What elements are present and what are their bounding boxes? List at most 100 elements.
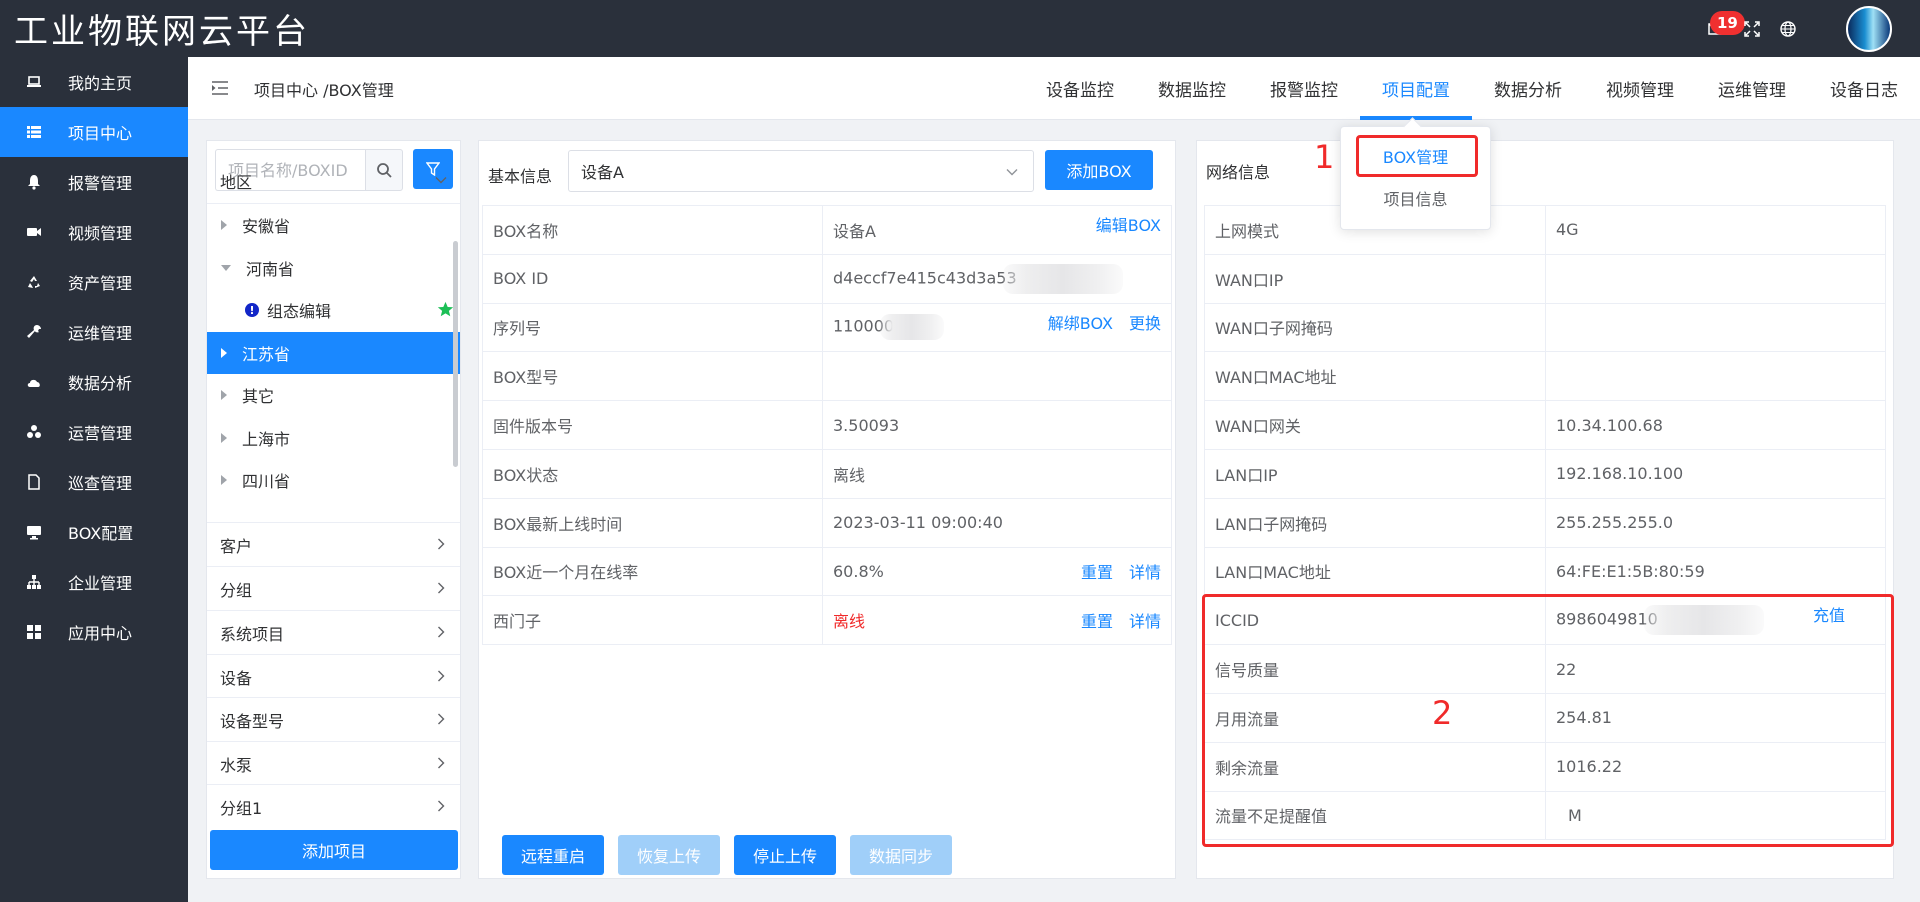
menu-fold-icon[interactable] [212,81,228,95]
table-row: WAN口网关 10.34.100.68 [1204,400,1886,450]
tree-node[interactable]: 四川省 [207,459,460,502]
sidebar-item-video[interactable]: 视频管理 [0,207,188,257]
mail-icon[interactable]: 19 [1698,10,1745,47]
tree-node[interactable]: 安徽省 [207,204,460,247]
row-actions: 编辑BOX [1080,212,1161,236]
sidebar-item-alarm[interactable]: 报警管理 [0,157,188,207]
group-header-device[interactable]: 设备 [207,654,460,698]
tree-node[interactable]: 其它 [207,374,460,417]
detail-link[interactable]: 详情 [1129,608,1161,632]
tree-node-label: 河南省 [246,259,295,279]
annotation-number-2: 2 [1432,694,1453,732]
row-actions: 重置 详情 [1065,548,1161,595]
table-row: BOX名称 设备A 编辑BOX [482,205,1172,255]
group-header-system-project[interactable]: 系统项目 [207,610,460,654]
table-row: BOX近一个月在线率 60.8% 重置 详情 [482,546,1172,597]
unbind-box-link[interactable]: 解绑BOX [1048,310,1113,334]
group-header-group[interactable]: 分组 [207,566,460,610]
box-model-value [822,351,1172,402]
nav-alarm-monitor[interactable]: 报警监控 [1248,57,1360,120]
tree-node[interactable]: 河南省 [207,247,460,290]
sidebar-item-assets[interactable]: 资产管理 [0,257,188,307]
sidebar-item-enterprise[interactable]: 企业管理 [0,557,188,607]
add-project-button[interactable]: 添加项目 [210,830,458,870]
detail-link[interactable]: 详情 [1129,559,1161,583]
tree-node[interactable]: 上海市 [207,417,460,460]
top-nav: 设备监控 数据监控 报警监控 项目配置 数据分析 视频管理 运维管理 设备日志 [1024,57,1920,120]
lan-ip-key: LAN口IP [1204,448,1546,499]
sidebar-item-label: 应用中心 [68,624,133,643]
dropdown-item-project-info[interactable]: 项目信息 [1341,177,1490,219]
group-header-group1[interactable]: 分组1 [207,784,460,828]
nav-video-manage[interactable]: 视频管理 [1584,57,1696,120]
edit-box-link[interactable]: 编辑BOX [1096,212,1161,236]
globe-icon[interactable] [1770,11,1806,47]
reset-link[interactable]: 重置 [1081,559,1113,583]
sidebar-item-label: 企业管理 [68,574,133,593]
lan-mac-value: 64:FE:E1:5B:80:59 [1545,546,1886,597]
wan-ip-value [1545,253,1886,304]
sidebar-item-project-center[interactable]: 项目中心 [0,107,188,157]
sidebar-item-box-config[interactable]: BOX配置 [0,507,188,557]
chevron-down-icon [1006,169,1018,176]
redacted-blur [880,314,945,341]
sidebar-item-data-analysis[interactable]: 数据分析 [0,357,188,407]
replace-link[interactable]: 更换 [1129,310,1161,334]
table-row: LAN口MAC地址 64:FE:E1:5B:80:59 [1204,546,1886,597]
group-header-device-model[interactable]: 设备型号 [207,697,460,741]
table-row: WAN口MAC地址 [1204,351,1886,402]
device-select[interactable]: 设备A [568,150,1034,192]
row-actions: 解绑BOX 更换 [1032,310,1161,334]
sidebar-item-operations[interactable]: 运营管理 [0,407,188,457]
tree-node[interactable]: ! 组态编辑 [207,289,460,332]
breadcrumb: 项目中心 /BOX管理 [254,81,394,100]
cell-value: d4eccf7e415c43d3a53 [833,268,1017,288]
remote-restart-button[interactable]: 远程重启 [502,835,605,875]
caret-right-icon [221,220,227,231]
group-header-pump[interactable]: 水泵 [207,741,460,785]
table-row: 序列号 110000 解绑BOX 更换 [482,302,1172,353]
nav-device-log[interactable]: 设备日志 [1808,57,1920,120]
tree-node-label: 四川省 [242,472,291,492]
tree-scrollbar[interactable] [453,241,458,467]
table-row: BOX最新上线时间 2023-03-11 09:00:40 [482,497,1172,548]
star-icon[interactable] [437,301,454,318]
sidebar-item-label: 项目中心 [68,124,133,143]
nav-data-analysis[interactable]: 数据分析 [1472,57,1584,120]
fullscreen-icon[interactable] [1734,11,1770,47]
group-header-label: 分组 [220,580,253,600]
online-rate-key: BOX近一个月在线率 [482,546,823,597]
table-row: WAN口子网掩码 [1204,302,1886,353]
app-title: 工业物联网云平台 [14,12,310,52]
table-row: 固件版本号 3.50093 [482,400,1172,450]
caret-right-icon [221,475,227,486]
nav-project-config[interactable]: 项目配置 [1360,57,1472,120]
stop-upload-button[interactable]: 停止上传 [734,835,837,875]
data-sync-button[interactable]: 数据同步 [850,835,953,875]
sidebar-item-label: BOX配置 [68,524,134,543]
reset-link[interactable]: 重置 [1081,608,1113,632]
last-online-key: BOX最新上线时间 [482,497,823,548]
sidebar-item-app-center[interactable]: 应用中心 [0,607,188,657]
chevron-right-icon [438,757,445,769]
tree-node-label: 上海市 [242,429,291,449]
sidebar-item-ops[interactable]: 运维管理 [0,307,188,357]
caret-right-icon [221,347,227,358]
add-box-button[interactable]: 添加BOX [1045,150,1153,190]
tree-node-selected[interactable]: 江苏省 [207,331,460,374]
group-header-customer[interactable]: 客户 [207,522,460,566]
sidebar-item-inspection[interactable]: 巡查管理 [0,457,188,507]
region-header[interactable]: 地区 [207,159,460,203]
resume-upload-button[interactable]: 恢复上传 [618,835,721,875]
nav-data-monitor[interactable]: 数据监控 [1136,57,1248,120]
nav-device-monitor[interactable]: 设备监控 [1024,57,1136,120]
sidebar-item-home[interactable]: 我的主页 [0,57,188,107]
top-icons: 19 [1698,0,1920,57]
wan-mask-value [1545,302,1886,353]
chevron-right-icon [438,626,445,638]
table-row: 上网模式 4G [1204,205,1886,255]
avatar[interactable] [1846,5,1892,52]
nav-ops-manage[interactable]: 运维管理 [1696,57,1808,120]
file-icon [26,474,42,490]
serial-value: 110000 解绑BOX 更换 [822,302,1172,353]
